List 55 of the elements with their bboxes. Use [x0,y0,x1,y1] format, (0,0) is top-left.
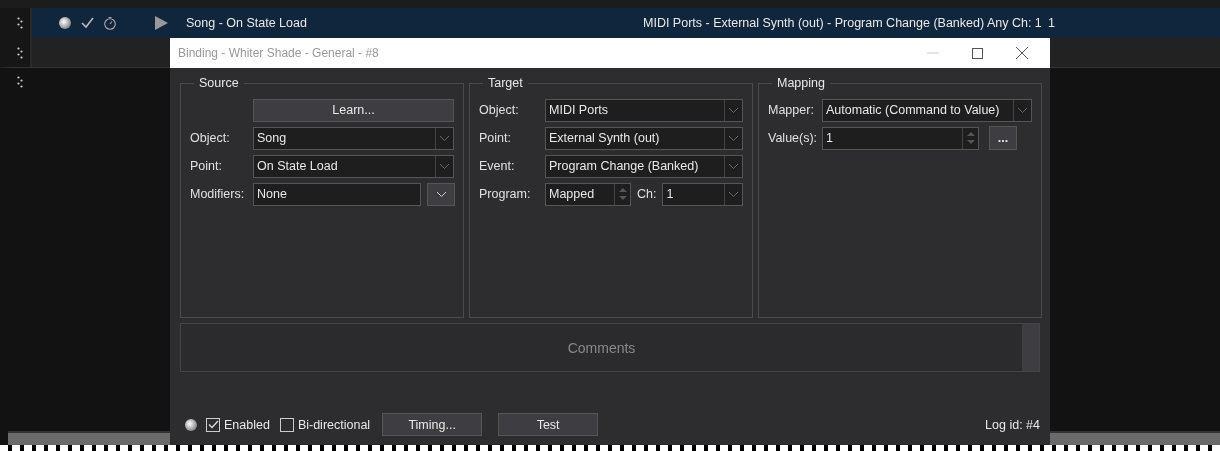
group-title: Target [487,76,524,90]
binding-row[interactable]: Song - On State Load MIDI Ports - External Synth (out) - Program Change (Banked) Any Ch: 1 1 [0,8,1220,38]
stopwatch-icon[interactable] [103,16,117,30]
check-icon [207,420,219,429]
browse-button[interactable]: ... [989,126,1017,150]
field-label: Event: [479,159,516,173]
field-label: Point: [190,159,223,173]
chevron-icon [729,191,738,197]
grip-icon[interactable] [17,17,23,29]
maximize-icon[interactable] [972,47,983,59]
learn-button[interactable]: Learn... [253,98,454,122]
footer-button[interactable]: Test [498,413,599,436]
comments-field[interactable]: Comments [180,323,1040,372]
play-icon[interactable] [155,16,168,30]
grip-icon[interactable] [17,46,23,59]
log-id: Log id: #4 [985,417,1040,432]
status-led-icon [184,417,198,432]
text-field[interactable]: None [253,182,421,206]
spin-field[interactable]: Mapped [545,182,631,206]
group-title: Source [198,76,240,90]
field-label: Object: [190,131,231,145]
dropdown[interactable]: External Synth (out) [545,126,743,150]
window-title: Binding - Whiter Shade - General - #8 [178,46,379,60]
binding-count: 1 [1048,16,1055,30]
enabled-checkbox[interactable]: Enabled [206,417,270,432]
status-led-icon [58,16,72,30]
spin-field[interactable]: 1 [822,126,979,150]
dropdown[interactable]: 1 [662,182,743,206]
chevron-icon [729,135,738,141]
group-title: Mapping [776,76,826,90]
chevron-icon [436,191,446,197]
field-label: Mapper: [768,103,815,117]
field-label: Modifiers: [190,187,246,201]
field-label: Point: [479,131,512,145]
dropdown[interactable]: Song [253,126,454,150]
dropdown[interactable]: On State Load [253,154,454,178]
chevron-icon [729,107,738,113]
footer-button[interactable]: Timing... [382,413,483,436]
chevron-icon [1018,107,1027,113]
grip-icon[interactable] [17,76,23,88]
chevron-icon [729,163,738,169]
check-icon[interactable] [81,17,94,29]
close-icon[interactable] [1016,47,1028,59]
chevron-icon [440,163,449,169]
bidirectional-checkbox[interactable]: Bi-directional [279,417,371,432]
field-label: Value(s): [768,131,819,145]
dropdown[interactable]: Program Change (Banked) [545,154,743,178]
binding-target: MIDI Ports - External Synth (out) - Program Change (Banked) Any Ch: 1 [643,16,1043,30]
binding-name: Song - On State Load [186,16,308,30]
chevron-icon [440,135,449,141]
field-label: Ch: [637,187,657,201]
field-label: Program: [479,187,532,201]
dropdown[interactable]: MIDI Ports [545,98,743,122]
field-label: Object: [479,103,520,117]
dropdown[interactable]: Automatic (Command to Value) [822,98,1032,122]
